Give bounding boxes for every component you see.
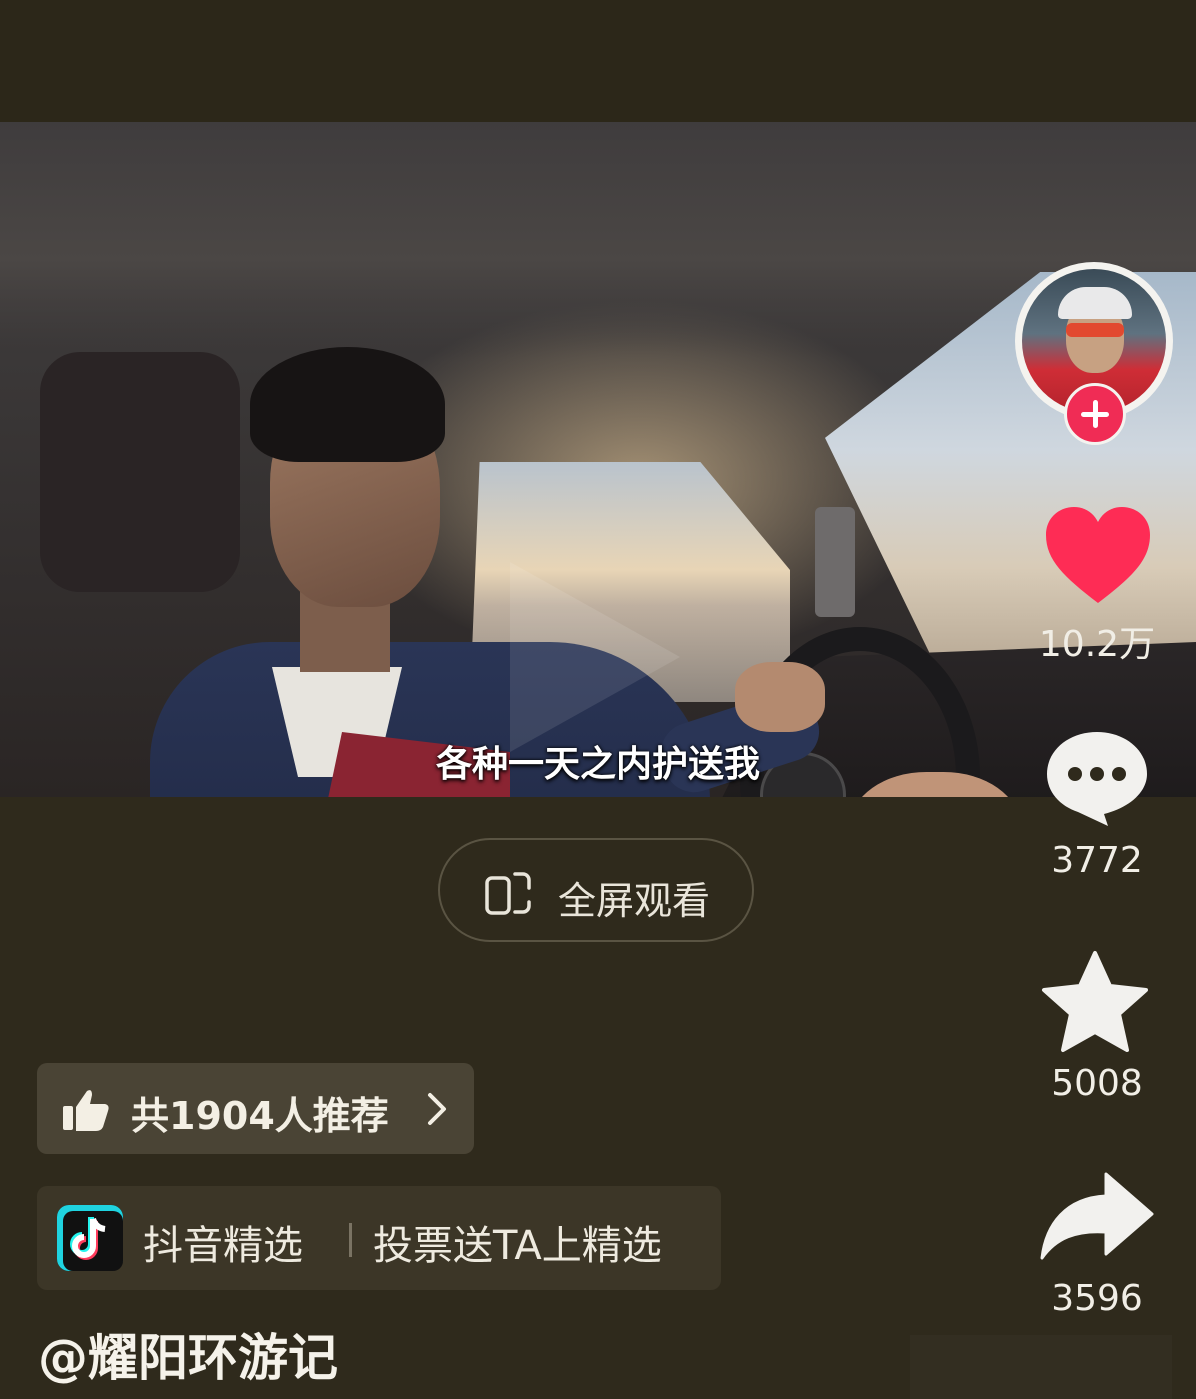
avatar-glasses (1066, 323, 1124, 337)
author-handle[interactable]: @耀阳环游记 (38, 1318, 338, 1390)
play-icon[interactable] (510, 562, 680, 752)
douyin-select-label: 抖音精选 (143, 1223, 303, 1269)
vote-label[interactable]: 投票送TA上精选 (373, 1213, 662, 1271)
share-count: 3596 (1051, 1278, 1143, 1319)
douyin-logo-icon (57, 1205, 123, 1271)
headrest (40, 352, 240, 592)
share-icon[interactable] (1040, 1172, 1154, 1262)
avatar-cap (1058, 287, 1132, 319)
fullscreen-button[interactable]: 全屏观看 (438, 838, 754, 942)
driver-left-hand (735, 662, 825, 732)
recommend-pill[interactable]: 共1904人推荐 (37, 1063, 474, 1154)
video-subtitle: 各种一天之内护送我 (435, 744, 760, 785)
driver-hair (250, 347, 445, 462)
recommend-label: 共1904人推荐 (131, 1094, 389, 1138)
comment-count: 3772 (1051, 840, 1143, 881)
heart-icon[interactable] (1044, 505, 1152, 605)
plus-icon-vertical (1092, 400, 1098, 428)
bottom-faint-panel (910, 1335, 1172, 1399)
video-player[interactable] (0, 122, 1196, 797)
divider (349, 1223, 352, 1257)
thumbs-up-icon (63, 1090, 109, 1131)
top-band (0, 0, 1196, 122)
like-count: 10.2万 (1038, 624, 1156, 665)
star-icon[interactable] (1040, 950, 1150, 1056)
favorite-count: 5008 (1051, 1063, 1143, 1104)
douyin-select-pill[interactable]: 抖音精选 投票送TA上精选 (37, 1186, 721, 1290)
fullscreen-label: 全屏观看 (558, 879, 711, 923)
chevron-right-icon (428, 1093, 446, 1125)
rotate-screen-icon (485, 872, 531, 915)
comment-icon[interactable] (1044, 728, 1150, 828)
follow-button[interactable] (1064, 383, 1126, 445)
phone-mount (815, 507, 855, 617)
